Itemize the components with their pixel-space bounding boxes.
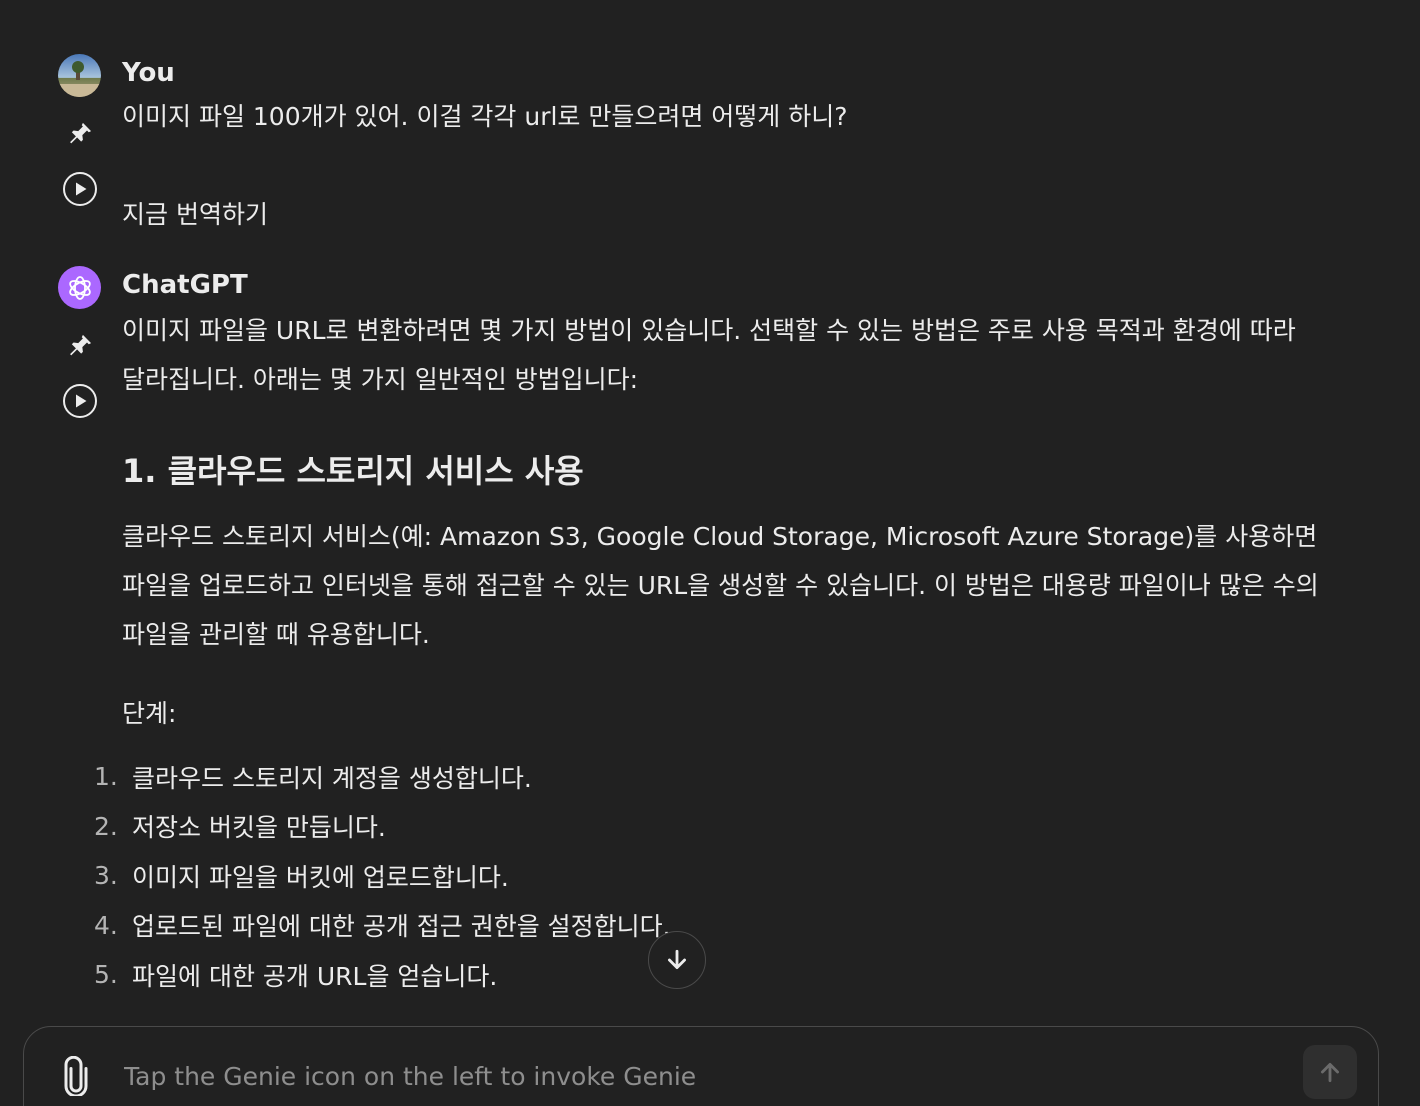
translate-link[interactable]: 지금 번역하기: [122, 190, 268, 239]
arrow-down-icon: [668, 949, 686, 969]
play-icon[interactable]: [62, 383, 98, 419]
section-heading: 1. 클라우드 스토리지 서비스 사용: [122, 452, 584, 490]
step-number: 3.: [94, 861, 118, 891]
step-text: 파일에 대한 공개 URL을 얻습니다.: [132, 961, 498, 991]
step-number: 4.: [94, 910, 118, 940]
paperclip-icon: [64, 1056, 88, 1096]
chatgpt-avatar: [58, 266, 101, 309]
step-text: 이미지 파일을 버킷에 업로드합니다.: [132, 862, 509, 892]
step-text: 저장소 버킷을 만듭니다.: [132, 813, 386, 843]
steps-list: 1. 클라우드 스토리지 계정을 생성합니다. 2. 저장소 버킷을 만듭니다.…: [94, 752, 671, 1000]
arrow-up-icon: [1321, 1063, 1339, 1083]
send-button[interactable]: [1303, 1045, 1357, 1099]
section-paragraph: 클라우드 스토리지 서비스(예: Amazon S3, Google Cloud…: [122, 522, 1319, 649]
step-number: 1.: [94, 762, 118, 792]
attach-button[interactable]: [56, 1054, 96, 1098]
list-item: 3. 이미지 파일을 버킷에 업로드합니다.: [94, 851, 671, 901]
assistant-author-name: ChatGPT: [122, 270, 248, 300]
list-item: 1. 클라우드 스토리지 계정을 생성합니다.: [94, 752, 671, 802]
message-input[interactable]: [122, 1052, 1286, 1100]
step-text: 클라우드 스토리지 계정을 생성합니다.: [132, 763, 532, 793]
user-avatar: [58, 54, 101, 97]
step-number: 5.: [94, 960, 118, 990]
steps-label: 단계:: [122, 699, 177, 728]
play-icon[interactable]: [62, 171, 98, 207]
scroll-to-bottom-button[interactable]: [648, 931, 706, 989]
step-number: 2.: [94, 811, 118, 841]
pin-icon[interactable]: [62, 328, 98, 364]
user-author-name: You: [122, 58, 175, 88]
user-message: 이미지 파일 100개가 있어. 이걸 각각 url로 만들으려면 어떻게 하니…: [122, 102, 848, 131]
pin-icon[interactable]: [62, 116, 98, 152]
chat-page: You 이미지 파일 100개가 있어. 이걸 각각 url로 만들으려면 어떻…: [0, 0, 1420, 1106]
list-item: 2. 저장소 버킷을 만듭니다.: [94, 802, 671, 852]
step-text: 업로드된 파일에 대한 공개 접근 권한을 설정합니다.: [132, 912, 671, 942]
list-item: 4. 업로드된 파일에 대한 공개 접근 권한을 설정합니다.: [94, 901, 671, 951]
list-item: 5. 파일에 대한 공개 URL을 얻습니다.: [94, 950, 671, 1000]
assistant-intro-line2: 달라집니다. 아래는 몇 가지 일반적인 방법입니다:: [122, 365, 639, 394]
assistant-intro-line1: 이미지 파일을 URL로 변환하려면 몇 가지 방법이 있습니다. 선택할 수 …: [122, 316, 1296, 345]
